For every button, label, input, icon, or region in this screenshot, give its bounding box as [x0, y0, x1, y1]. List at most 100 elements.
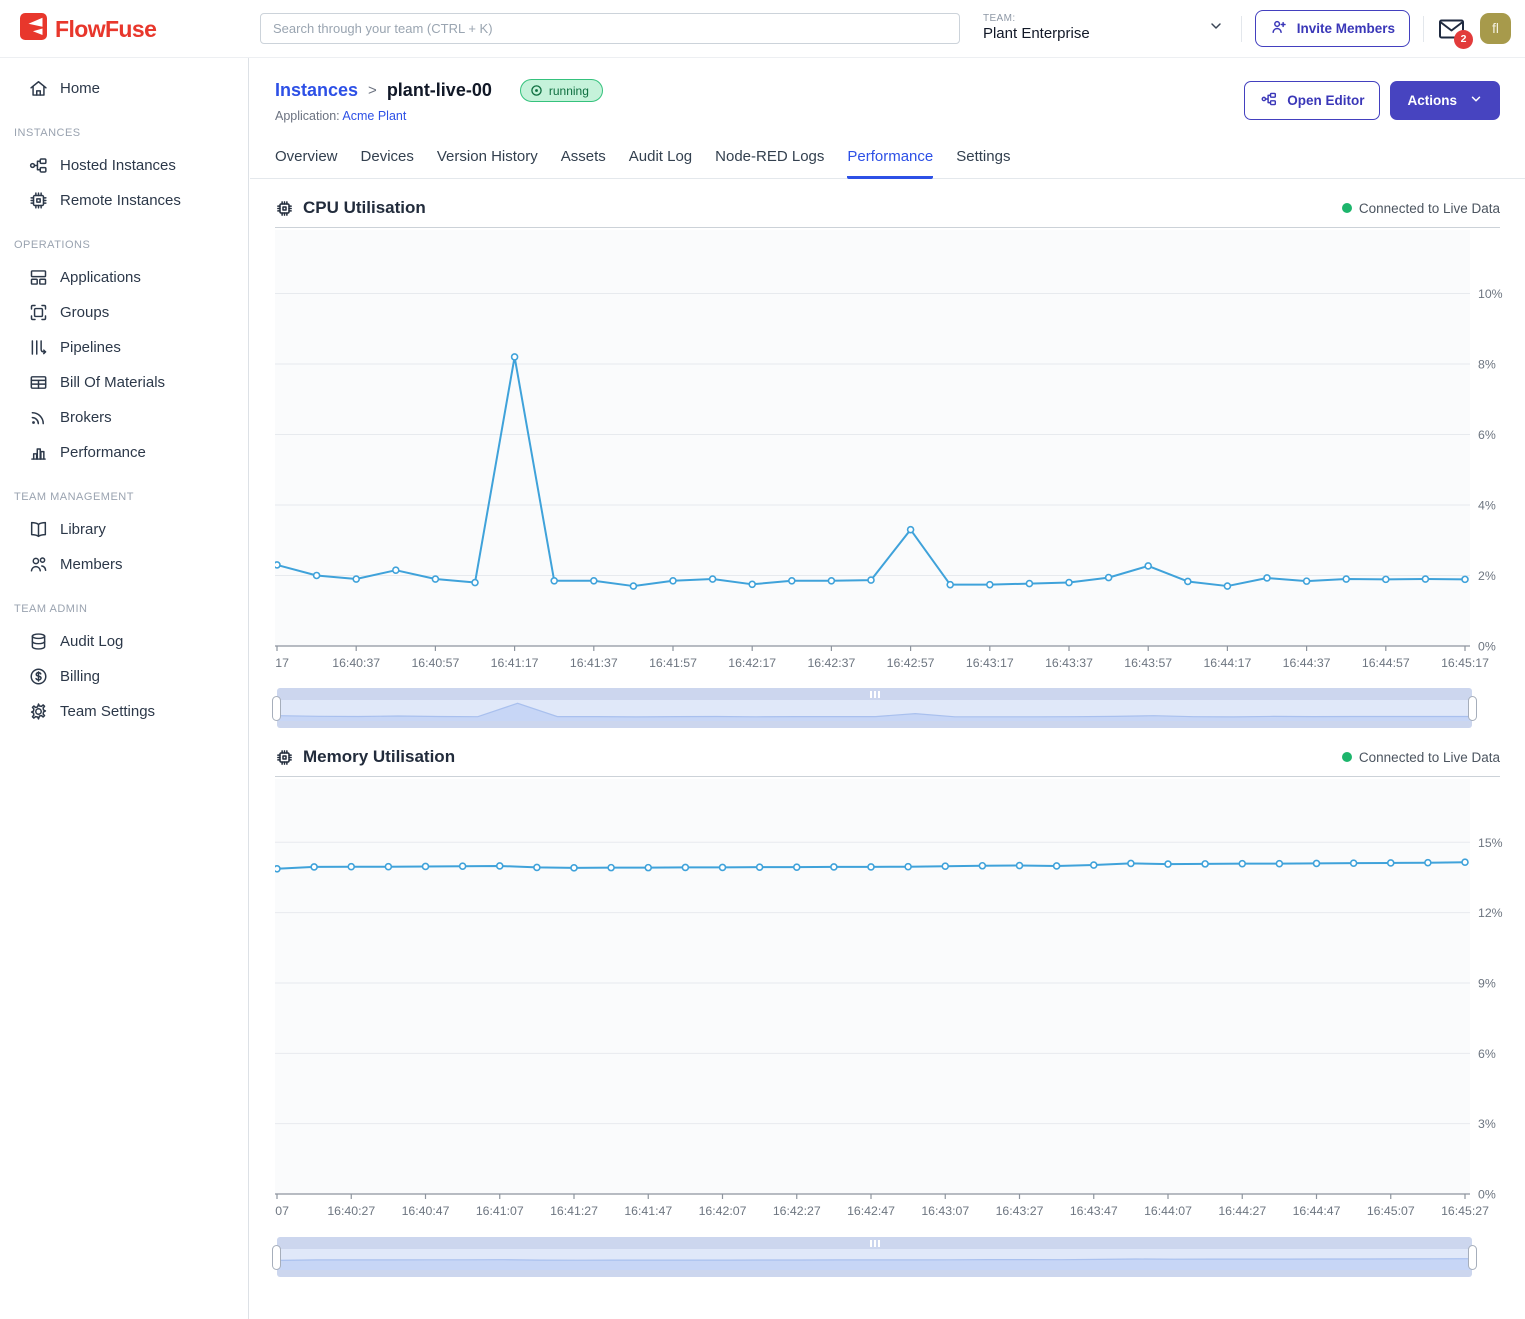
team-selector-text: TEAM: Plant Enterprise: [983, 13, 1090, 44]
status-badge-label: running: [549, 84, 589, 98]
sidebar-item-groups[interactable]: Groups: [0, 295, 248, 330]
sidebar: HomeINSTANCESHosted InstancesRemote Inst…: [0, 57, 249, 1319]
sidebar-item-remote-instances[interactable]: Remote Instances: [0, 183, 248, 218]
sidebar-item-label: Library: [60, 521, 106, 538]
sidebar-item-bill-of-materials[interactable]: Bill Of Materials: [0, 365, 248, 400]
sidebar-item-members[interactable]: Members: [0, 547, 248, 582]
slider-grip-icon[interactable]: [870, 1240, 880, 1247]
breadcrumb-instances-link[interactable]: Instances: [275, 80, 358, 101]
sidebar-item-label: Team Settings: [60, 703, 155, 720]
svg-text:0%: 0%: [1478, 640, 1496, 654]
running-status-icon: [530, 84, 543, 97]
svg-text:2%: 2%: [1478, 569, 1496, 583]
live-data-status: Connected to Live Data: [1342, 201, 1500, 216]
slider-track[interactable]: [277, 1237, 1472, 1249]
svg-text:16:44:57: 16:44:57: [1362, 656, 1410, 670]
sidebar-item-library[interactable]: Library: [0, 512, 248, 547]
search-input[interactable]: [260, 13, 960, 44]
chart-title-memory-utilisation: Memory Utilisation: [275, 747, 455, 767]
sidebar-item-label: Groups: [60, 304, 109, 321]
performance-icon: [28, 442, 49, 463]
sidebar-item-applications[interactable]: Applications: [0, 260, 248, 295]
svg-text:16:43:47: 16:43:47: [1070, 1204, 1118, 1218]
sidebar-item-home[interactable]: Home: [0, 71, 248, 106]
sidebar-section-team-management: TEAM MANAGEMENT: [0, 470, 248, 512]
svg-text:9%: 9%: [1478, 976, 1496, 990]
applications-icon: [28, 267, 49, 288]
tab-devices[interactable]: Devices: [361, 148, 414, 179]
avatar[interactable]: fl: [1480, 13, 1511, 44]
svg-text:16:44:27: 16:44:27: [1218, 1204, 1266, 1218]
chart-header-memory-utilisation: Memory UtilisationConnected to Live Data: [275, 747, 1500, 777]
slider-track[interactable]: [277, 688, 1472, 700]
charts-area: CPU UtilisationConnected to Live Data0%2…: [250, 198, 1525, 1277]
live-status-dot-icon: [1342, 203, 1352, 213]
svg-text:16:43:37: 16:43:37: [1045, 656, 1093, 670]
svg-text:16:41:57: 16:41:57: [649, 656, 697, 670]
svg-text:15%: 15%: [1478, 836, 1503, 850]
sidebar-item-label: Audit Log: [60, 633, 123, 650]
svg-text:3%: 3%: [1478, 1117, 1496, 1131]
flowfuse-logo-icon: [20, 13, 47, 45]
sidebar-item-label: Home: [60, 80, 100, 97]
bill-of-materials-icon: [28, 372, 49, 393]
open-editor-button[interactable]: Open Editor: [1244, 81, 1380, 120]
tab-performance[interactable]: Performance: [847, 148, 933, 179]
home-icon: [28, 78, 49, 99]
svg-text:4%: 4%: [1478, 498, 1496, 512]
svg-text:16:45:17: 16:45:17: [1441, 656, 1489, 670]
sidebar-item-label: Members: [60, 556, 123, 573]
sidebar-item-label: Applications: [60, 269, 141, 286]
chart-plot-cpu-utilisation: 0%2%4%6%8%10%0:1716:40:3716:40:5716:41:1…: [275, 230, 1510, 682]
svg-text:16:44:47: 16:44:47: [1293, 1204, 1341, 1218]
sidebar-item-brokers[interactable]: Brokers: [0, 400, 248, 435]
sidebar-item-hosted-instances[interactable]: Hosted Instances: [0, 148, 248, 183]
members-icon: [28, 554, 49, 575]
app-window: FlowFuse TEAM: Plant Enterprise Invite M…: [0, 0, 1525, 1319]
svg-text:10%: 10%: [1478, 287, 1503, 301]
team-selector[interactable]: TEAM: Plant Enterprise: [983, 13, 1224, 44]
svg-text:16:41:17: 16:41:17: [491, 656, 539, 670]
svg-text:16:42:37: 16:42:37: [807, 656, 855, 670]
slider-handle-left[interactable]: [272, 696, 281, 721]
chart-plot-memory-utilisation: 0%3%6%9%12%15%0:0716:40:2716:40:4716:41:…: [275, 779, 1510, 1231]
tab-audit-log[interactable]: Audit Log: [629, 148, 692, 179]
svg-text:16:40:57: 16:40:57: [411, 656, 459, 670]
tab-node-red-logs[interactable]: Node-RED Logs: [715, 148, 824, 179]
tab-assets[interactable]: Assets: [561, 148, 606, 179]
svg-text:16:41:47: 16:41:47: [624, 1204, 672, 1218]
time-range-slider-memory-utilisation[interactable]: [277, 1237, 1472, 1277]
sidebar-item-label: Hosted Instances: [60, 157, 176, 174]
chart-title-label: Memory Utilisation: [303, 747, 455, 767]
tab-version-history[interactable]: Version History: [437, 148, 538, 179]
notifications-button[interactable]: 2: [1437, 17, 1467, 41]
tab-settings[interactable]: Settings: [956, 148, 1010, 179]
chevron-down-icon: [1208, 18, 1224, 39]
slider-handle-right[interactable]: [1468, 1245, 1477, 1270]
svg-text:16:41:37: 16:41:37: [570, 656, 618, 670]
svg-text:16:44:07: 16:44:07: [1144, 1204, 1192, 1218]
open-editor-label: Open Editor: [1287, 93, 1364, 108]
application-link[interactable]: Acme Plant: [342, 109, 406, 123]
sidebar-item-performance[interactable]: Performance: [0, 435, 248, 470]
svg-text:16:42:17: 16:42:17: [728, 656, 776, 670]
tab-overview[interactable]: Overview: [275, 148, 338, 179]
sidebar-item-team-settings[interactable]: Team Settings: [0, 694, 248, 729]
slider-handle-left[interactable]: [272, 1245, 281, 1270]
flowfuse-logo[interactable]: FlowFuse: [20, 13, 156, 45]
application-label: Application:: [275, 109, 340, 123]
header-actions: Open Editor Actions: [1244, 81, 1500, 120]
sidebar-item-label: Billing: [60, 668, 100, 685]
sidebar-item-billing[interactable]: Billing: [0, 659, 248, 694]
actions-button[interactable]: Actions: [1390, 81, 1500, 120]
sidebar-item-pipelines[interactable]: Pipelines: [0, 330, 248, 365]
slider-grip-icon[interactable]: [870, 691, 880, 698]
time-range-slider-cpu-utilisation[interactable]: [277, 688, 1472, 728]
svg-text:16:43:27: 16:43:27: [996, 1204, 1044, 1218]
svg-text:6%: 6%: [1478, 1047, 1496, 1061]
slider-handle-right[interactable]: [1468, 696, 1477, 721]
cpu-chip-icon: [275, 199, 294, 218]
library-icon: [28, 519, 49, 540]
invite-members-button[interactable]: Invite Members: [1255, 10, 1410, 47]
sidebar-item-audit-log[interactable]: Audit Log: [0, 624, 248, 659]
